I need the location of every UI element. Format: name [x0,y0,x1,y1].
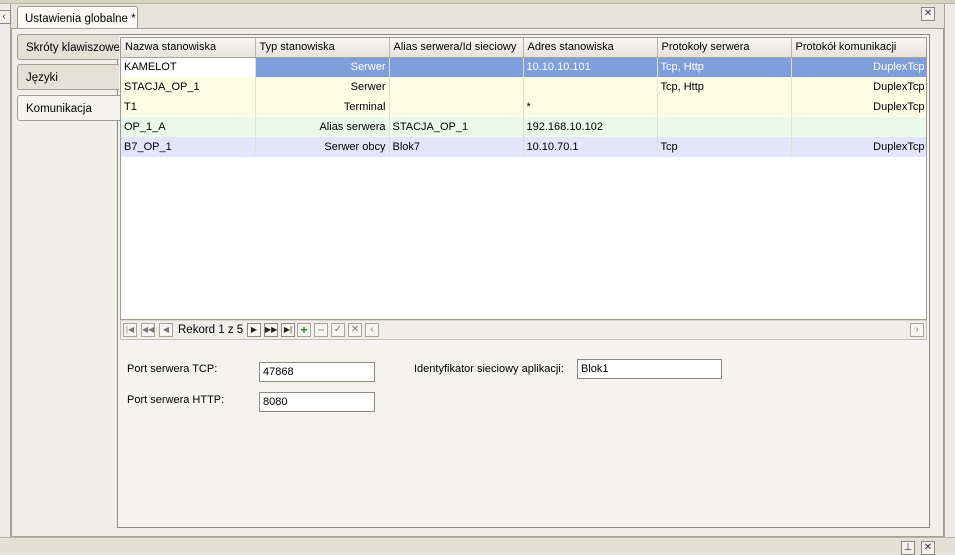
cell-server-protocols[interactable]: Tcp [657,137,792,157]
close-tab-icon[interactable]: ✕ [921,7,935,21]
cell-server-alias[interactable] [389,97,524,117]
tcp-port-input[interactable]: 47868 [259,362,375,382]
left-panel-edge: ‹ [0,4,11,538]
side-tab-languages[interactable]: Języki [17,64,119,90]
cell-server-alias[interactable]: Blok7 [389,137,524,157]
cancel-icon[interactable]: ✕ [348,323,362,337]
table-row[interactable]: OP_1_A Alias serwera STACJA_OP_1 192.168… [121,117,926,137]
cell-server-protocols[interactable] [657,97,792,117]
table-row[interactable]: T1 Terminal * DuplexTcp [121,97,926,117]
next-record-icon[interactable]: ▶ [247,323,261,337]
top-window-strip [0,0,955,4]
cell-comm-protocol[interactable]: DuplexTcp [791,57,926,77]
column-header-server-protocols[interactable]: Protokoły serwera [657,38,792,58]
column-header-station-type[interactable]: Typ stanowiska [255,38,390,58]
confirm-icon[interactable]: ✓ [331,323,345,337]
scroll-left-icon[interactable]: ‹ [365,323,379,337]
cell-station-name[interactable]: OP_1_A [121,117,256,137]
cell-station-address[interactable] [523,77,658,97]
record-navigator: |◀ ◀◀ ◀ Rekord 1 z 5 ▶ ▶▶ ▶| + − ✓ ✕ ‹ › [120,320,927,340]
cell-station-address[interactable]: * [523,97,658,117]
column-header-station-address[interactable]: Adres stanowiska [523,38,658,58]
cell-server-protocols[interactable]: Tcp, Http [657,77,792,97]
http-port-input[interactable]: 8080 [259,392,375,412]
cell-server-protocols[interactable] [657,117,792,137]
cell-comm-protocol[interactable]: DuplexTcp [791,97,926,117]
http-port-label: Port serwera HTTP: [127,394,225,406]
record-counter: Rekord 1 z 5 [178,324,244,336]
next-page-icon[interactable]: ▶▶ [264,323,278,337]
cell-station-name[interactable]: T1 [121,97,256,117]
remove-record-icon[interactable]: − [314,323,328,337]
side-tab-label: Języki [26,72,58,84]
cell-server-protocols[interactable]: Tcp, Http [657,57,792,77]
cell-station-type[interactable]: Serwer [255,77,390,97]
app-network-id-label: Identyfikator sieciowy aplikacji: [414,363,564,375]
cell-station-type[interactable]: Terminal [255,97,390,117]
cell-station-name[interactable]: KAMELOT [121,57,256,77]
cell-station-address[interactable]: 10.10.10.101 [523,57,658,77]
cell-station-type[interactable]: Serwer [255,57,390,77]
cell-station-name[interactable]: STACJA_OP_1 [121,77,256,97]
chevron-left-icon[interactable]: ‹ [0,10,11,24]
cell-station-address[interactable]: 10.10.70.1 [523,137,658,157]
side-tab-label: Skróty klawiszowe [26,42,119,54]
cell-server-alias[interactable] [389,77,524,97]
add-record-icon[interactable]: + [297,323,311,337]
column-header-server-alias[interactable]: Alias serwera/Id sieciowy [389,38,524,58]
table-row[interactable]: KAMELOT Serwer 10.10.10.101 Tcp, Http Du… [121,57,926,77]
side-tab-shortcuts[interactable]: Skróty klawiszowe [17,34,119,60]
tab-global-settings[interactable]: Ustawienia globalne * [17,6,138,29]
cell-station-type[interactable]: Serwer obcy [255,137,390,157]
cell-comm-protocol[interactable] [791,117,926,137]
bottom-dock-bar: ⊥ ✕ [0,537,955,555]
table-row[interactable]: STACJA_OP_1 Serwer Tcp, Http DuplexTcp [121,77,926,97]
cell-comm-protocol[interactable]: DuplexTcp [791,137,926,157]
cell-station-type[interactable]: Alias serwera [255,117,390,137]
last-record-icon[interactable]: ▶| [281,323,295,337]
table-row[interactable]: B7_OP_1 Serwer obcy Blok7 10.10.70.1 Tcp… [121,137,926,157]
scroll-right-icon[interactable]: › [910,323,924,337]
right-panel-edge [944,4,955,538]
cell-server-alias[interactable] [389,57,524,77]
side-tab-label: Komunikacja [26,103,92,115]
prev-record-icon[interactable]: ◀ [159,323,173,337]
tab-title: Ustawienia globalne * [25,13,136,25]
cell-station-name[interactable]: B7_OP_1 [121,137,256,157]
side-tab-communication[interactable]: Komunikacja [17,95,120,121]
column-header-comm-protocol[interactable]: Protokół komunikacji [791,38,926,58]
tcp-port-label: Port serwera TCP: [127,363,218,375]
grid-header-row: Nazwa stanowiska Typ stanowiska Alias se… [121,38,926,58]
cell-comm-protocol[interactable]: DuplexTcp [791,77,926,97]
prev-page-icon[interactable]: ◀◀ [141,323,155,337]
cell-server-alias[interactable]: STACJA_OP_1 [389,117,524,137]
stations-grid[interactable]: Nazwa stanowiska Typ stanowiska Alias se… [120,37,927,320]
first-record-icon[interactable]: |◀ [123,323,137,337]
app-network-id-input[interactable]: Blok1 [577,359,722,379]
column-header-station-name[interactable]: Nazwa stanowiska [121,38,256,58]
cell-station-address[interactable]: 192.168.10.102 [523,117,658,137]
